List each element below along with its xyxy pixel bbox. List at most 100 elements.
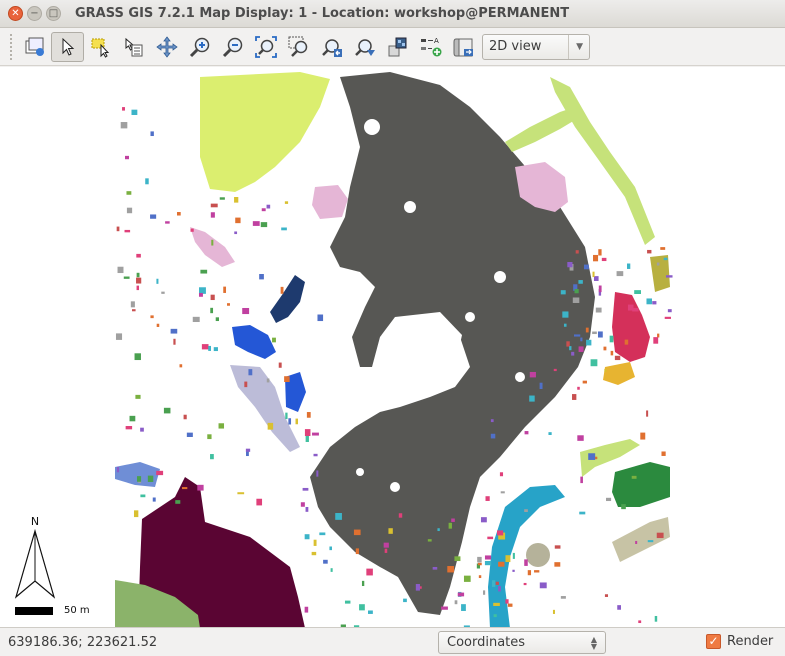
small-segment (483, 590, 486, 595)
small-segment (585, 327, 589, 333)
zoom-out-icon (222, 37, 242, 57)
minimize-window-button[interactable]: − (27, 6, 42, 21)
small-segment (498, 586, 501, 592)
small-segment (245, 448, 251, 452)
small-segment (485, 496, 490, 501)
zoom-in-button[interactable] (183, 32, 216, 62)
small-segment (579, 511, 586, 515)
map-canvas[interactable]: N 50 m (0, 67, 785, 628)
map-display-window: ✕ − □ GRASS GIS 7.2.1 Map Display: 1 - L… (0, 0, 785, 656)
toolbar-grip[interactable] (10, 33, 14, 60)
small-segment (492, 580, 496, 587)
zoom-out-button[interactable] (216, 32, 249, 62)
small-segment (578, 280, 583, 284)
small-segment (441, 606, 448, 610)
zoom-back-button[interactable] (315, 32, 348, 62)
small-segment (415, 584, 420, 591)
small-segment (582, 380, 587, 384)
small-segment (663, 257, 668, 261)
small-segment (548, 432, 552, 435)
small-segment (512, 552, 515, 559)
maximize-window-button[interactable]: □ (46, 6, 61, 21)
small-segment (593, 254, 599, 262)
render-label: Render (727, 634, 774, 649)
small-segment (638, 620, 642, 624)
small-segment (656, 532, 664, 539)
view-mode-select[interactable]: 2D view ▼ (482, 33, 590, 60)
small-segment (398, 513, 403, 518)
small-segment (133, 510, 139, 518)
small-segment (661, 451, 666, 456)
pan-button[interactable] (150, 32, 183, 62)
small-segment (562, 311, 569, 318)
small-segment (457, 592, 465, 597)
small-segment (210, 203, 218, 208)
status-mode-select[interactable]: Coordinates ▲ ▼ (438, 631, 606, 654)
zoom-back-icon (321, 38, 342, 57)
small-segment (583, 264, 589, 270)
close-window-button[interactable]: ✕ (8, 6, 23, 21)
small-segment (152, 497, 156, 502)
query-button[interactable] (117, 32, 150, 62)
segmentation-map: N (14, 72, 673, 627)
small-segment (140, 494, 146, 498)
small-segment (563, 323, 567, 327)
small-segment (170, 328, 178, 334)
small-segment (577, 435, 584, 441)
analyze-button[interactable] (381, 32, 414, 62)
small-segment (147, 475, 154, 482)
small-segment (136, 285, 140, 291)
small-segment (505, 555, 511, 563)
small-segment (640, 432, 646, 440)
small-segment (368, 610, 373, 614)
small-segment (235, 217, 241, 224)
small-segment (646, 298, 652, 305)
maximize-icon: □ (48, 7, 59, 19)
small-segment (234, 197, 239, 203)
small-segment (586, 339, 592, 346)
small-segment (192, 316, 200, 323)
small-segment (366, 568, 373, 576)
map-raster (115, 72, 673, 627)
small-segment (588, 453, 596, 460)
small-segment (323, 559, 328, 564)
small-segment (288, 418, 292, 425)
render-checkbox[interactable]: ✓ Render (706, 634, 773, 649)
small-segment (554, 545, 561, 549)
small-segment (344, 600, 351, 604)
small-segment (660, 247, 666, 250)
small-segment (223, 286, 227, 293)
small-segment (383, 542, 389, 548)
map-segment-olive (650, 255, 670, 292)
small-segment (201, 344, 209, 350)
zoom-region-button[interactable] (282, 32, 315, 62)
add-map-layer-button[interactable] (18, 32, 51, 62)
small-segment (529, 371, 536, 378)
pointer-button[interactable] (51, 31, 84, 62)
legend-button[interactable]: A (414, 32, 447, 62)
small-segment (304, 606, 309, 613)
small-segment (305, 435, 309, 442)
small-segment (647, 540, 654, 543)
zoom-extent-button[interactable] (249, 32, 282, 62)
small-segment (176, 212, 181, 216)
small-segment (361, 580, 365, 587)
status-mode-value: Coordinates (447, 635, 526, 650)
small-segment (302, 487, 309, 491)
small-segment (631, 475, 637, 479)
small-segment (598, 285, 602, 293)
save-image-button[interactable] (447, 32, 480, 62)
small-segment (493, 602, 500, 606)
select-vector-button[interactable] (84, 32, 117, 62)
small-segment (498, 561, 505, 567)
zoom-menu-button[interactable] (348, 32, 381, 62)
small-segment (493, 614, 497, 618)
small-segment (140, 427, 144, 432)
small-segment (384, 548, 388, 553)
small-segment (175, 500, 181, 504)
small-segment (616, 271, 624, 277)
north-label: N (31, 515, 39, 528)
small-segment (592, 271, 595, 278)
map-hole (494, 271, 506, 283)
small-segment (604, 369, 607, 372)
